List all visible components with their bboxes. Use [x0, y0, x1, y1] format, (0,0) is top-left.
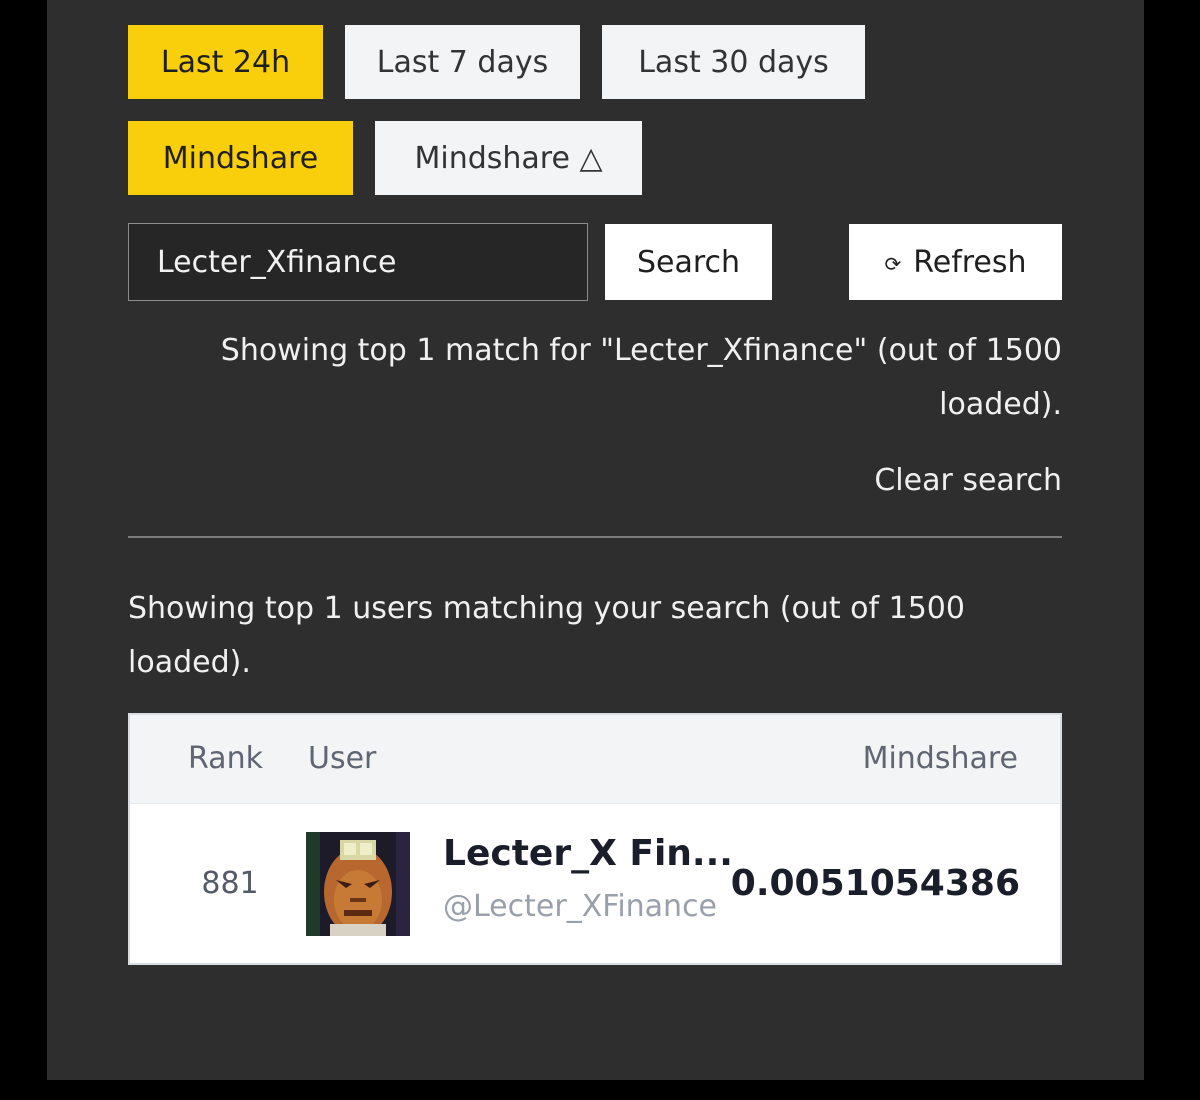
column-header-rank: Rank [188, 741, 263, 776]
results-summary-text: Showing top 1 users matching your search… [128, 591, 965, 680]
clear-search-link[interactable]: Clear search [700, 456, 1062, 506]
search-input[interactable]: Lecter_Xfinance [128, 223, 588, 301]
column-header-mindshare: Mindshare [862, 741, 1018, 776]
results-table: Rank User Mindshare 881 Lecter_X Fin... … [128, 713, 1062, 965]
row-rank: 881 [201, 866, 259, 901]
refresh-button-label: Refresh [913, 244, 1027, 280]
mindshare-value: 0.0051054386 [730, 863, 1020, 904]
search-status-text: Showing top 1 match for "Lecter_Xfinance… [220, 333, 1062, 422]
user-display-name[interactable]: Lecter_X Fin... [443, 833, 733, 874]
filter-last-24h-button[interactable]: Last 24h [128, 25, 323, 99]
search-button[interactable]: Search [605, 224, 772, 300]
filter-last-30-days-button[interactable]: Last 30 days [602, 25, 865, 99]
metric-mindshare-delta-button[interactable]: Mindshare △ [375, 121, 642, 195]
column-header-user: User [308, 741, 377, 776]
divider [128, 536, 1062, 538]
refresh-icon: ⟳ [884, 252, 902, 276]
refresh-button[interactable]: ⟳ Refresh [849, 224, 1062, 300]
user-avatar-icon[interactable] [306, 832, 410, 936]
table-header: Rank User Mindshare [130, 715, 1060, 804]
user-handle: @Lecter_XFinance [443, 889, 718, 924]
metric-mindshare-button[interactable]: Mindshare [128, 121, 353, 195]
filter-last-7-days-button[interactable]: Last 7 days [345, 25, 580, 99]
